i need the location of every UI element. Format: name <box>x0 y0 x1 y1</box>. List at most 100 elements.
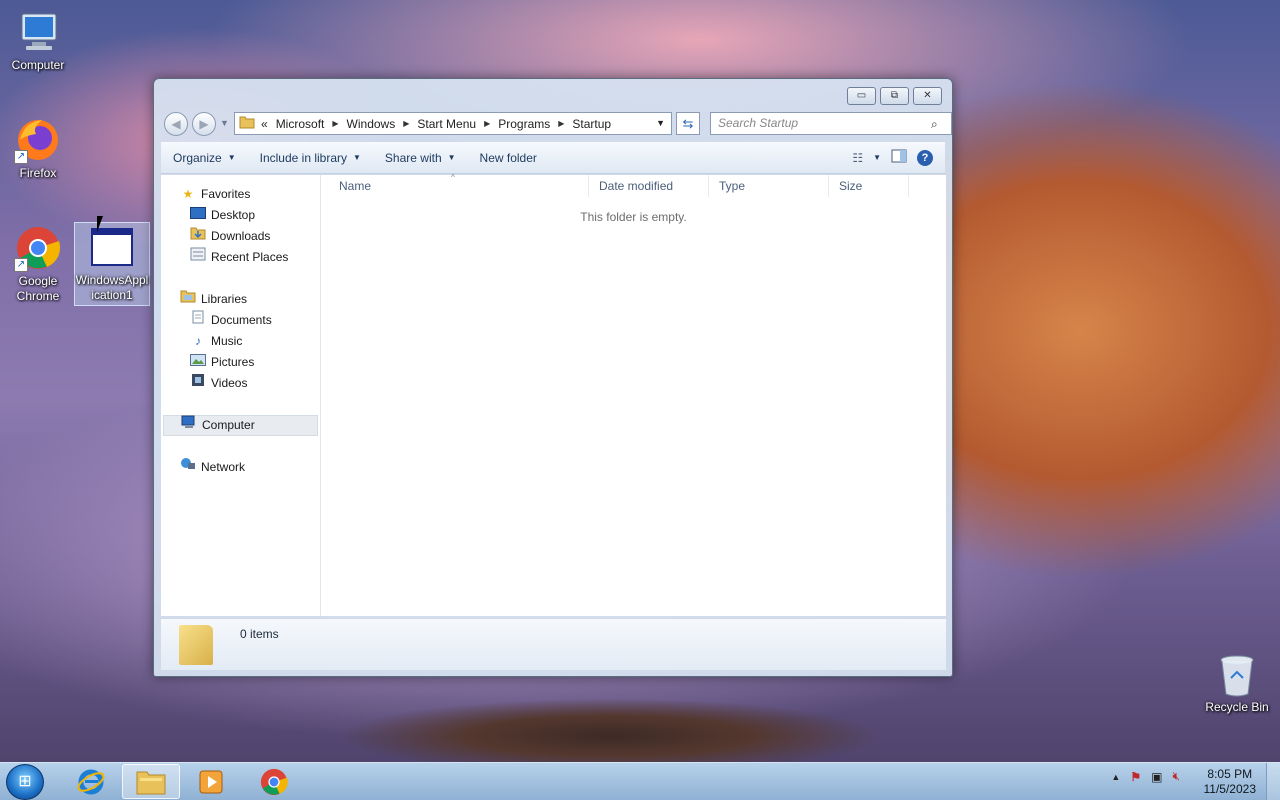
desktop-icon-label: Computer <box>11 58 65 72</box>
breadcrumb-startup[interactable]: Startup <box>572 117 611 131</box>
organize-button[interactable]: Organize ▼ <box>161 151 248 165</box>
clock-date: 11/5/2023 <box>1203 782 1257 796</box>
nav-recent-places[interactable]: Recent Places <box>161 247 320 268</box>
desktop-icon-google-chrome[interactable]: ↗ Google Chrome <box>0 224 76 304</box>
nav-computer[interactable]: Computer <box>163 415 318 436</box>
taskbar-media-player[interactable] <box>182 764 240 799</box>
application-window-icon <box>88 223 136 271</box>
windows-explorer-icon <box>136 771 166 794</box>
nav-documents[interactable]: Documents <box>161 310 320 331</box>
organize-label: Organize <box>173 150 222 165</box>
preview-pane-icon[interactable] <box>891 149 907 166</box>
shortcut-arrow-icon: ↗ <box>14 150 28 164</box>
chevron-down-icon: ▼ <box>447 153 456 162</box>
media-player-icon <box>199 770 223 793</box>
column-header-size[interactable]: Size <box>829 175 909 197</box>
column-header-date-modified[interactable]: Date modified <box>589 175 709 197</box>
help-icon[interactable]: ? <box>917 149 933 166</box>
minimize-button[interactable]: ▭ <box>847 87 876 105</box>
volume-muted-icon[interactable]: 🔇︎ <box>1172 769 1180 784</box>
chevron-down-icon: ▼ <box>227 153 236 162</box>
share-with-label: Share with <box>384 150 442 165</box>
network-status-icon[interactable]: ▣ <box>1151 770 1162 784</box>
start-button[interactable]: ⊞ <box>6 764 44 800</box>
taskbar-internet-explorer[interactable] <box>62 764 120 799</box>
taskbar-google-chrome[interactable] <box>245 764 303 799</box>
nav-label: Documents <box>211 313 272 327</box>
forward-button[interactable]: ▶ <box>192 112 216 136</box>
new-folder-label: New folder <box>479 150 537 165</box>
nav-desktop[interactable]: Desktop <box>161 205 320 226</box>
mouse-cursor <box>97 216 109 232</box>
view-options-icon[interactable]: ☷ <box>852 151 863 165</box>
share-with-button[interactable]: Share with ▼ <box>373 151 468 165</box>
nav-label: Computer <box>202 418 255 432</box>
explorer-window[interactable]: ▭ ⧉ ✕ ◀ ▶ ▼ « Microsoft ▶ Windows ▶ Star… <box>153 78 953 677</box>
breadcrumb-start-menu[interactable]: Start Menu <box>417 117 476 131</box>
empty-folder-message: This folder is empty. <box>580 210 687 224</box>
view-dropdown-icon[interactable]: ▼ <box>873 153 881 162</box>
address-dropdown-icon[interactable]: ▼ <box>656 118 665 128</box>
star-icon: ★ <box>182 187 194 201</box>
chevron-right-icon[interactable]: ▶ <box>403 119 409 128</box>
file-list[interactable]: ^ Name Date modified Type Size This fold… <box>321 173 946 616</box>
address-overflow-button[interactable]: « <box>261 117 268 131</box>
action-center-icon[interactable]: ⚑ <box>1130 770 1141 784</box>
back-button[interactable]: ◀ <box>164 112 188 136</box>
desktop-wallpaper-rocks <box>250 676 970 762</box>
search-icon[interactable]: ⌕ <box>931 117 938 132</box>
nav-favorites[interactable]: ★ Favorites <box>161 184 320 205</box>
refresh-button[interactable]: ⇆ <box>676 112 700 135</box>
column-header-name[interactable]: ^ Name <box>321 173 589 197</box>
show-hidden-icons-icon[interactable]: ▲ <box>1111 772 1120 782</box>
desktop-icon-recycle-bin[interactable]: Recycle Bin <box>1200 654 1274 715</box>
breadcrumb-programs[interactable]: Programs <box>498 117 550 131</box>
firefox-icon: ↗ <box>14 116 62 164</box>
include-in-library-button[interactable]: Include in library ▼ <box>248 151 373 165</box>
desktop-icon <box>189 205 207 226</box>
search-input[interactable]: Search Startup <box>710 112 952 135</box>
desktop-icon-computer[interactable]: Computer <box>0 8 76 73</box>
maximize-button[interactable]: ⧉ <box>880 87 909 105</box>
column-label: Size <box>839 179 863 193</box>
desktop-icon-label: Google Chrome <box>16 274 60 303</box>
column-header-type[interactable]: Type <box>709 175 829 197</box>
nav-pictures[interactable]: Pictures <box>161 352 320 373</box>
desktop-icon-firefox[interactable]: ↗ Firefox <box>0 116 76 181</box>
nav-downloads[interactable]: Downloads <box>161 226 320 247</box>
close-button[interactable]: ✕ <box>913 87 942 105</box>
taskbar-windows-explorer[interactable] <box>122 764 180 799</box>
recent-pages-dropdown[interactable]: ▼ <box>220 118 229 128</box>
nav-music[interactable]: ♪ Music <box>161 331 320 352</box>
libraries-icon <box>179 289 197 310</box>
nav-label: Favorites <box>201 187 251 201</box>
nav-label: Network <box>201 460 246 474</box>
navigation-bar: ◀ ▶ ▼ « Microsoft ▶ Windows ▶ Start Menu… <box>162 110 952 136</box>
address-bar[interactable]: « Microsoft ▶ Windows ▶ Start Menu ▶ Pro… <box>234 112 672 135</box>
nav-libraries[interactable]: Libraries <box>161 289 320 310</box>
nav-videos[interactable]: Videos <box>161 373 320 394</box>
chevron-right-icon[interactable]: ▶ <box>484 119 490 128</box>
computer-icon <box>14 8 62 56</box>
chevron-right-icon[interactable]: ▶ <box>558 119 564 128</box>
breadcrumb-windows[interactable]: Windows <box>347 117 396 131</box>
windows-logo-icon: ⊞ <box>18 773 32 790</box>
shortcut-arrow-icon: ↗ <box>14 258 28 272</box>
show-desktop-button[interactable] <box>1266 763 1280 800</box>
nav-label: Downloads <box>211 229 271 243</box>
clock[interactable]: 8:05 PM 11/5/2023 <box>1204 767 1257 797</box>
breadcrumb-microsoft[interactable]: Microsoft <box>276 117 325 131</box>
downloads-folder-icon <box>189 226 207 247</box>
nav-network[interactable]: Network <box>161 457 320 478</box>
new-folder-button[interactable]: New folder <box>468 151 549 165</box>
desktop-icon-windowsapplication1[interactable]: WindowsApplication1 <box>74 222 150 306</box>
back-arrow-icon: ◀ <box>171 117 181 131</box>
chevron-right-icon[interactable]: ▶ <box>332 119 338 128</box>
forward-arrow-icon: ▶ <box>199 117 209 131</box>
computer-icon <box>180 415 198 436</box>
folder-icon <box>179 625 213 665</box>
network-icon <box>179 457 197 478</box>
music-note-icon: ♪ <box>195 334 201 348</box>
